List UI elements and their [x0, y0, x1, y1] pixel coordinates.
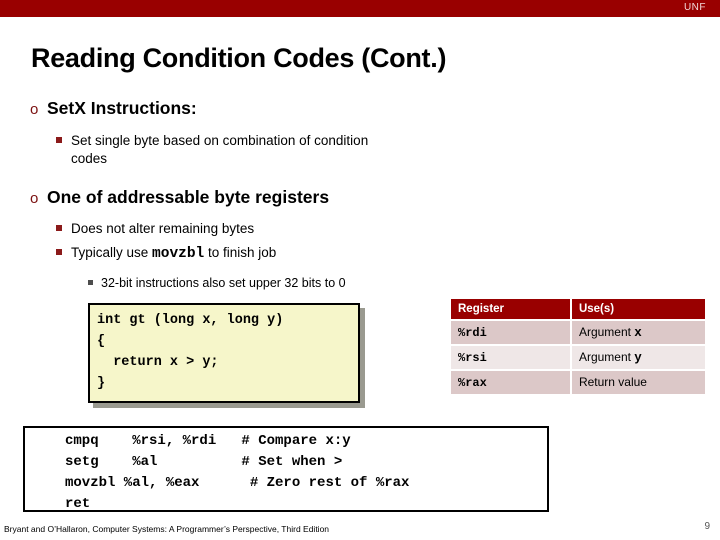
bullet-label-byte-registers: One of addressable byte registers: [47, 187, 330, 207]
table-row: %rdi Argument x: [451, 321, 705, 344]
bullet-continuation-codes: codes: [71, 150, 107, 167]
table-row: %rsi Argument y: [451, 346, 705, 369]
footer-citation: Bryant and O’Hallaron, Computer Systems:…: [4, 524, 330, 534]
bullet-item-does-not-alter: Does not alter remaining bytes: [56, 220, 254, 237]
bullet-label-set-single-byte: Set single byte based on combination of …: [71, 133, 369, 148]
cell-use-variable: y: [634, 351, 642, 365]
cell-register: %rax: [451, 371, 570, 394]
square-bullet-icon: [56, 225, 62, 232]
square-bullet-icon: [56, 249, 62, 256]
bullet-label-32bit-instructions: 32-bit instructions also set upper 32 bi…: [101, 276, 346, 290]
bullet-item-setx: o SetX Instructions:: [30, 98, 197, 119]
bullet-item-set-single-byte: Set single byte based on combination of …: [56, 132, 368, 149]
bullet-label-does-not-alter: Does not alter remaining bytes: [71, 221, 255, 236]
column-header-register: Register: [451, 299, 570, 319]
slide-number: 9: [704, 521, 710, 532]
bullet-label-codes: codes: [71, 151, 108, 166]
cell-use-text: Argument: [578, 325, 635, 339]
page-title: Reading Condition Codes (Cont.): [31, 43, 447, 73]
cell-use-text: Return value: [578, 375, 647, 389]
square-bullet-icon: [88, 280, 93, 286]
circle-bullet-icon: o: [30, 101, 39, 118]
assembly-code-panel: cmpq %rsi, %rdi # Compare x:y setg %al #…: [23, 426, 549, 512]
bullet-item-byte-registers: o One of addressable byte registers: [30, 187, 329, 208]
header-bar: UNF: [0, 0, 720, 17]
cell-use: Return value: [571, 371, 705, 394]
bullet-item-typically-use-movzbl: Typically use movzbl to finish job: [56, 244, 276, 263]
bullet-label-typically-use-post: to finish job: [204, 245, 277, 260]
bullet-label-typically-use-pre: Typically use: [71, 245, 153, 260]
bullet-label-movzbl: movzbl: [152, 246, 205, 262]
cell-register: %rsi: [451, 346, 570, 369]
cell-use-variable: x: [634, 326, 642, 340]
c-code-text: int gt (long x, long y) { return x > y; …: [97, 313, 284, 391]
cell-use: Argument x: [571, 321, 705, 344]
cell-register: %rdi: [451, 321, 570, 344]
circle-bullet-icon: o: [30, 190, 39, 207]
unf-logo: UNF: [683, 2, 706, 13]
column-header-uses: Use(s): [571, 299, 705, 319]
bullet-label-setx: SetX Instructions:: [47, 98, 197, 118]
assembly-code-text: cmpq %rsi, %rdi # Compare x:y setg %al #…: [65, 433, 410, 512]
table-row: %rax Return value: [451, 371, 705, 394]
register-usage-table: Register Use(s) %rdi Argument x %rsi Arg…: [449, 297, 707, 396]
c-code-panel: int gt (long x, long y) { return x > y; …: [88, 303, 360, 403]
table-header-row: Register Use(s): [451, 299, 705, 319]
square-bullet-icon: [56, 137, 62, 144]
bullet-item-32bit-instructions: 32-bit instructions also set upper 32 bi…: [88, 276, 346, 290]
cell-use: Argument y: [571, 346, 705, 369]
cell-use-text: Argument: [578, 350, 635, 364]
